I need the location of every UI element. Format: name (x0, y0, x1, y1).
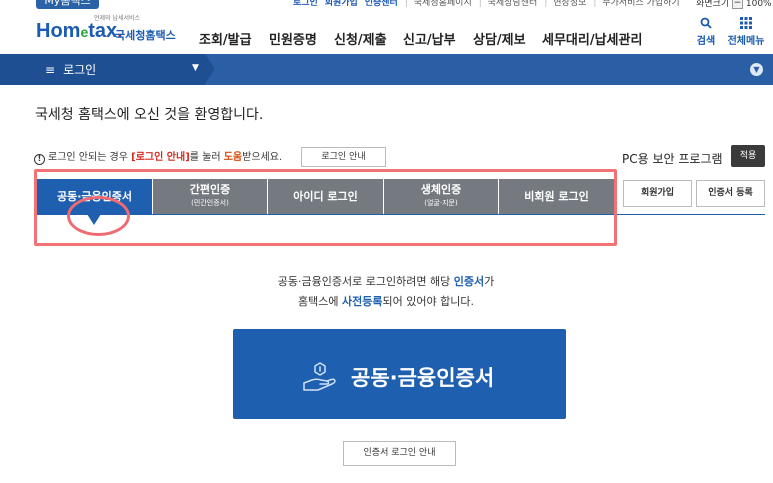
apply-security-button[interactable]: 적용 (731, 145, 765, 167)
chevron-down-icon[interactable]: ▼ (192, 63, 199, 73)
nav-item-certificate[interactable]: 민원증명 (269, 29, 317, 48)
util-link-login[interactable]: 로그인 (293, 0, 318, 8)
hometax-logo[interactable]: 언제와 납세서비스 Hometax. 국세청홈택스 (36, 13, 176, 49)
util-link-addon-service[interactable]: 부가서비스 가입하기 (602, 0, 679, 8)
hamburger-icon: ≡ (45, 63, 56, 77)
util-link-consult-center[interactable]: 국세상담센터 (488, 0, 538, 8)
zoom-value: 100% (745, 0, 772, 9)
logo-subtitle: 국세청홈택스 (115, 29, 176, 42)
joint-financial-cert-login-button[interactable]: 공동·금융인증서 (233, 329, 566, 419)
zoom-out-button[interactable]: − (732, 0, 743, 9)
annotation-highlight-ellipse (67, 196, 130, 236)
hand-certificate-icon (301, 356, 341, 396)
util-link-field-info[interactable]: 현장정보 (553, 0, 586, 8)
cert-description-line1: 공동·금융인증서로 로그인하려면 해당 인증서가 (277, 275, 495, 288)
grid-icon (726, 17, 766, 32)
location-arrow (205, 54, 215, 84)
cert-description: 공동·금융인증서로 로그인하려면 해당 인증서가 홈택스에 사전등록되어 있어야… (0, 272, 773, 312)
login-notice: ! 로그인 안되는 경우 [로그인 안내]를 눌러 도움받으세요. (34, 148, 282, 165)
login-guide-link[interactable]: [로그인 안내] (131, 152, 190, 163)
signup-button[interactable]: 회원가입 (623, 180, 692, 207)
cert-button-label: 공동·금융인증서 (351, 366, 495, 390)
nav-item-consult[interactable]: 상담/제보 (473, 29, 526, 48)
search-button[interactable]: 검색 (686, 17, 726, 47)
utility-bar: My홈택스 로그인 회원가입 인증센터 | 국세청홈페이지 | 국세상담센터 | 현장… (0, 0, 773, 9)
page-title: 국세청 홈택스에 오신 것을 환영합니다. (35, 107, 264, 123)
logo-wordmark: Hometax. (36, 20, 123, 42)
search-label: 검색 (696, 36, 716, 47)
nav-item-tax-agent[interactable]: 세무대리/납세관리 (542, 29, 642, 48)
all-menu-label: 전체메뉴 (727, 36, 765, 47)
location-label: 로그인 (63, 63, 97, 77)
cert-login-guide-button[interactable]: 인증서 로그인 안내 (343, 441, 456, 466)
location-menu[interactable] (0, 54, 205, 85)
nav-item-inquiry[interactable]: 조회/발급 (199, 29, 252, 48)
util-link-nts-home[interactable]: 국세청홈페이지 (414, 0, 472, 8)
info-icon: ! (34, 154, 45, 165)
site-header: 언제와 납세서비스 Hometax. 국세청홈택스 조회/발급 민원증명 신청/… (0, 9, 773, 54)
zoom-control: 화면크기 − 100% + (696, 0, 773, 9)
util-link-cert-center[interactable]: 인증센터 (365, 0, 398, 8)
nav-item-apply[interactable]: 신청/제출 (334, 29, 387, 48)
search-icon (686, 17, 726, 32)
all-menu-button[interactable]: 전체메뉴 (726, 17, 766, 47)
nav-item-report-pay[interactable]: 신고/납부 (403, 29, 456, 48)
location-bar: ≡ 로그인 ▼ ▼ (0, 54, 773, 85)
login-guide-button[interactable]: 로그인 안내 (301, 147, 386, 167)
util-link-signup[interactable]: 회원가입 (325, 0, 358, 8)
zoom-label: 화면크기 (696, 0, 730, 9)
cert-description-line2: 홈택스에 사전등록되어 있어야 합니다. (298, 295, 474, 308)
collapse-toggle-icon[interactable]: ▼ (750, 63, 763, 76)
security-program-label: PC용 보안 프로그램 (622, 152, 723, 166)
cert-register-button[interactable]: 인증서 등록 (696, 180, 765, 207)
location-current[interactable]: ≡ 로그인 (45, 61, 96, 78)
my-hometax-tab[interactable]: My홈택스 (36, 0, 99, 9)
utility-links: 로그인 회원가입 인증센터 | 국세청홈페이지 | 국세상담센터 | 현장정보 | 부가… (293, 0, 680, 8)
